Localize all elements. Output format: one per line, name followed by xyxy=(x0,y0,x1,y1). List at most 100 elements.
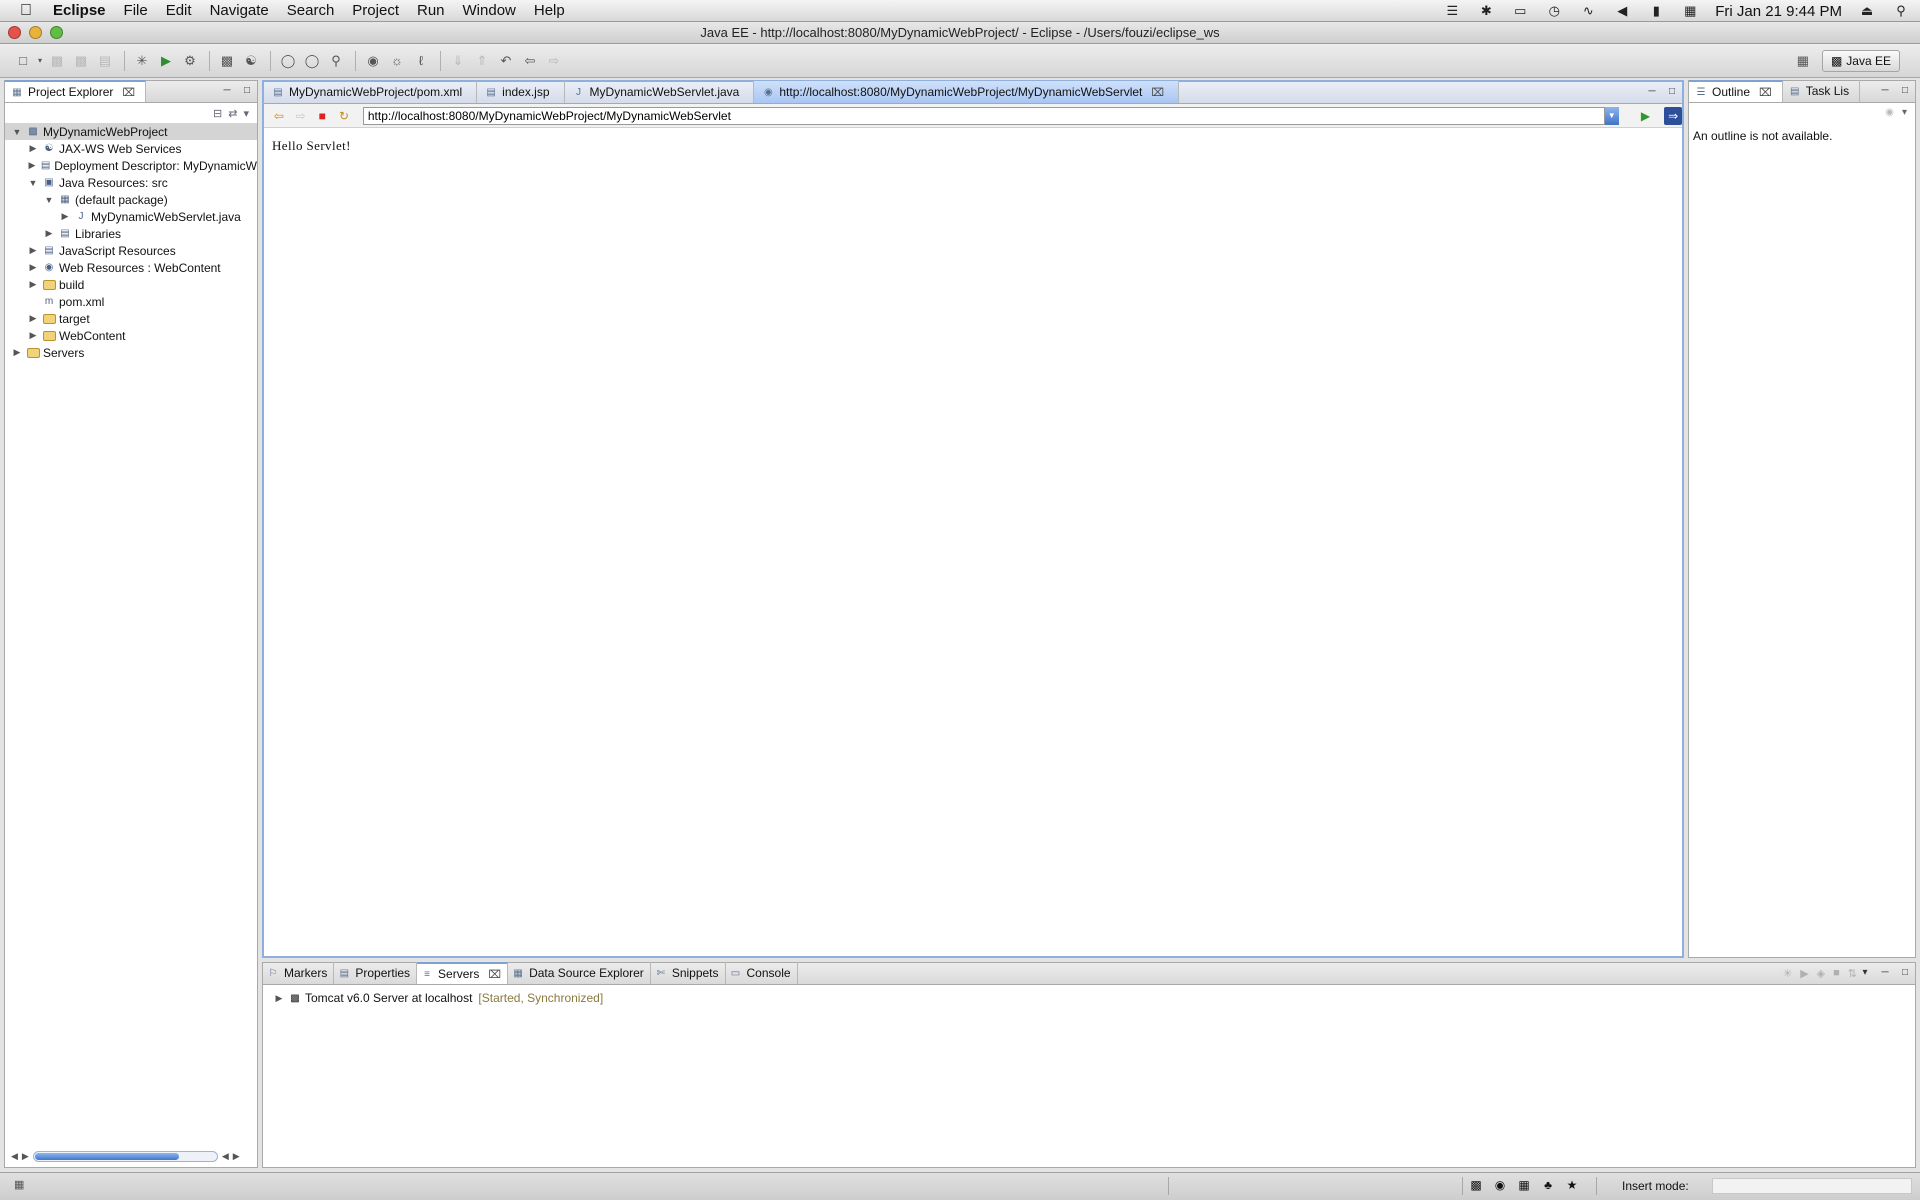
image-trim-icon[interactable]: ▦ xyxy=(1516,1177,1532,1193)
input-menu-icon[interactable]: ▦ xyxy=(1681,3,1699,18)
bottom-panel-tab[interactable]: ⚐ Markers xyxy=(263,962,335,984)
server-trim-icon[interactable]: ▩ xyxy=(1468,1177,1484,1193)
menu-clock[interactable]: Fri Jan 21 9:44 PM xyxy=(1715,3,1842,20)
new-icon[interactable]: □ xyxy=(12,50,34,72)
maximize-icon[interactable]: □ xyxy=(1899,84,1911,96)
close-window-button[interactable] xyxy=(8,26,21,39)
browser-forward-icon[interactable]: ⇨ xyxy=(292,107,310,125)
close-icon[interactable]: ⌧ xyxy=(122,86,135,99)
new-server-icon[interactable]: ▩ xyxy=(216,50,238,72)
expanded-icon[interactable]: ▼ xyxy=(11,126,23,138)
menu-navigate[interactable]: Navigate xyxy=(201,2,278,19)
tab-task-list[interactable]: ▤ Task Lis xyxy=(1783,80,1861,102)
fast-view-icon[interactable]: ▦ xyxy=(14,1178,24,1191)
view-menu-icon[interactable]: ▾ xyxy=(243,107,249,120)
time-machine-icon[interactable]: ◷ xyxy=(1545,3,1563,18)
tree-item[interactable]: ▼ ▦ (default package) xyxy=(5,191,257,208)
publish-server-icon[interactable]: ⇅ xyxy=(1848,967,1857,980)
open-perspective-icon[interactable]: ▦ xyxy=(1792,50,1814,72)
tree-item[interactable]: ▶ ▤ JavaScript Resources xyxy=(5,242,257,259)
collapsed-icon[interactable]: ▶ xyxy=(27,313,39,325)
maximize-icon[interactable]: □ xyxy=(1899,966,1911,978)
search-icon[interactable]: ⚲ xyxy=(325,50,347,72)
tree-item[interactable]: ▶ ▤ Libraries xyxy=(5,225,257,242)
editor-tab[interactable]: J MyDynamicWebServlet.java xyxy=(565,81,755,103)
tab-project-explorer[interactable]: ▦ Project Explorer ⌧ xyxy=(5,80,147,102)
url-input[interactable] xyxy=(362,106,1605,125)
globe-icon[interactable]: ◉ xyxy=(362,50,384,72)
debug-server-icon[interactable]: ✳ xyxy=(1783,967,1792,980)
script-menu-icon[interactable]: ☰ xyxy=(1443,3,1461,18)
profile-server-icon[interactable]: ◈ xyxy=(1817,967,1825,980)
collapsed-icon[interactable]: ▶ xyxy=(27,143,39,155)
tree-item[interactable]: ▶ ☯ JAX-WS Web Services xyxy=(5,140,257,157)
open-external-browser-icon[interactable]: ⇒ xyxy=(1664,106,1683,125)
wifi-icon[interactable]: ∿ xyxy=(1579,3,1597,18)
display-icon[interactable]: ▭ xyxy=(1511,3,1529,18)
lightbulb-icon[interactable]: ★ xyxy=(1564,1177,1580,1193)
collapsed-icon[interactable]: ▶ xyxy=(27,330,39,342)
tree-item[interactable]: ▶ WebContent xyxy=(5,327,257,344)
collapsed-icon[interactable]: ▶ xyxy=(27,245,39,257)
debug-icon[interactable]: ✳ xyxy=(131,50,153,72)
ant-icon[interactable]: ☼ xyxy=(386,50,408,72)
previous-annotation-icon[interactable]: ⇑ xyxy=(471,50,493,72)
minimize-icon[interactable]: ─ xyxy=(1879,966,1891,978)
horizontal-scrollbar[interactable]: ◀ ▶ ◀ ▶ xyxy=(11,1149,253,1163)
scrollbar-track[interactable] xyxy=(32,1150,218,1162)
maximize-icon[interactable]: □ xyxy=(1666,85,1678,97)
menu-run[interactable]: Run xyxy=(408,2,454,19)
scroll-left-icon[interactable]: ◀ xyxy=(222,1151,229,1162)
new-dropdown-icon[interactable]: ▾ xyxy=(36,50,44,72)
url-history-dropdown-icon[interactable]: ▼ xyxy=(1604,106,1619,125)
tree-item[interactable]: ▶ J MyDynamicWebServlet.java xyxy=(5,208,257,225)
volume-icon[interactable]: ◀ xyxy=(1613,3,1631,18)
browser-back-icon[interactable]: ⇦ xyxy=(270,107,288,125)
collapsed-icon[interactable]: ▶ xyxy=(27,262,39,274)
app-menu[interactable]: Eclipse xyxy=(44,2,115,19)
collapsed-icon[interactable]: ▶ xyxy=(27,279,39,291)
browser-refresh-icon[interactable]: ↻ xyxy=(335,107,353,125)
scrollbar-thumb[interactable] xyxy=(34,1152,179,1160)
minimize-icon[interactable]: ─ xyxy=(1646,85,1658,97)
tree-item[interactable]: m pom.xml xyxy=(5,293,257,310)
next-annotation-icon[interactable]: ⇓ xyxy=(447,50,469,72)
tree-item[interactable]: ▶ ◉ Web Resources : WebContent xyxy=(5,259,257,276)
external-tools-icon[interactable]: ⚙ xyxy=(179,50,201,72)
menu-search[interactable]: Search xyxy=(278,2,344,19)
minimize-icon[interactable]: ─ xyxy=(221,84,233,96)
collapse-all-icon[interactable]: ⊟ xyxy=(213,107,222,120)
menu-window[interactable]: Window xyxy=(454,2,525,19)
save-all-icon[interactable]: ▩ xyxy=(70,50,92,72)
close-icon[interactable]: ⌧ xyxy=(1759,86,1772,99)
scroll-right-icon[interactable]: ▶ xyxy=(233,1151,240,1162)
bottom-panel-tab[interactable]: ▦ Data Source Explorer xyxy=(508,962,651,984)
editor-tab[interactable]: ▤ index.jsp xyxy=(477,81,565,103)
bluetooth-icon[interactable]: ✱ xyxy=(1477,3,1495,18)
zoom-window-button[interactable] xyxy=(50,26,63,39)
menu-file[interactable]: File xyxy=(115,2,157,19)
go-icon[interactable]: ▶ xyxy=(1637,107,1655,125)
forward-icon[interactable]: ⇨ xyxy=(543,50,565,72)
save-icon[interactable]: ▩ xyxy=(46,50,68,72)
menu-help[interactable]: Help xyxy=(525,2,574,19)
tab-outline[interactable]: ☰ Outline ⌧ xyxy=(1689,80,1783,102)
battery-icon[interactable]: ▮ xyxy=(1647,3,1665,18)
bottom-panel-tab[interactable]: ✄ Snippets xyxy=(651,962,726,984)
tree-item[interactable]: ▶ ▤ Deployment Descriptor: MyDynamicW xyxy=(5,157,257,174)
bottom-panel-tab[interactable]: ≡ Servers ⌧ xyxy=(417,962,509,984)
editor-tab[interactable]: ◉ http://localhost:8080/MyDynamicWebProje… xyxy=(754,81,1180,103)
collapsed-icon[interactable]: ▶ xyxy=(11,347,23,359)
focus-icon[interactable]: ◉ xyxy=(1885,107,1894,118)
close-icon[interactable]: ⌧ xyxy=(1151,86,1164,99)
collapsed-icon[interactable]: ▶ xyxy=(27,160,37,172)
plugin-trim-icon[interactable]: ♣ xyxy=(1540,1177,1556,1193)
scroll-right-icon[interactable]: ▶ xyxy=(22,1151,29,1162)
tree-item[interactable]: ▶ build xyxy=(5,276,257,293)
server-row[interactable]: ▶ ▩ Tomcat v6.0 Server at localhost [Sta… xyxy=(273,991,604,1005)
apple-menu-icon[interactable]:  xyxy=(8,2,44,20)
new-web-service-icon[interactable]: ☯ xyxy=(240,50,262,72)
open-task-icon[interactable]: ◯ xyxy=(301,50,323,72)
browser-stop-icon[interactable]: ■ xyxy=(313,107,331,125)
stop-server-icon[interactable]: ■ xyxy=(1833,967,1840,980)
